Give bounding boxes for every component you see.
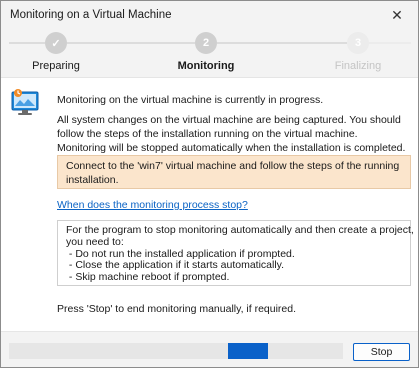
monitoring-progress-bar [9, 343, 343, 359]
close-button[interactable]: ✕ [382, 4, 412, 27]
status-text: Monitoring on the virtual machine is cur… [57, 94, 324, 106]
progress-indicator [228, 343, 268, 359]
check-icon: ✓ [51, 37, 61, 50]
step-connector [369, 42, 411, 44]
step-connector [217, 42, 347, 44]
stop-button[interactable]: Stop [353, 343, 410, 361]
requirements-note: For the program to stop monitoring autom… [57, 220, 414, 286]
footer-bar: Stop [1, 331, 418, 367]
main-content: Monitoring on the virtual machine is cur… [1, 79, 418, 329]
step-label-preparing: Preparing [32, 60, 80, 72]
step-connector [67, 42, 195, 44]
description-text: All system changes on the virtual machin… [57, 114, 406, 154]
wizard-stepper: ✓ 2 3 Preparing Monitoring Finalizing [1, 30, 418, 78]
monitoring-stop-help-link[interactable]: When does the monitoring process stop? [57, 199, 248, 211]
step-label-finalizing: Finalizing [334, 60, 382, 72]
title-bar: Monitoring on a Virtual Machine ✕ [1, 1, 418, 30]
monitor-capture-icon [11, 89, 39, 115]
note-line: you need to: [66, 235, 124, 248]
step-marker-monitoring: 2 [195, 32, 217, 54]
note-line: - Skip machine reboot if prompted. [66, 271, 230, 284]
step-label-monitoring: Monitoring [177, 60, 235, 72]
step-marker-preparing: ✓ [45, 32, 67, 54]
step-marker-finalizing: 3 [347, 32, 369, 54]
dialog-window: Monitoring on a Virtual Machine ✕ ✓ 2 3 … [0, 0, 419, 368]
stop-hint-text: Press 'Stop' to end monitoring manually,… [57, 303, 297, 315]
window-title: Monitoring on a Virtual Machine [10, 9, 172, 21]
step-connector [9, 42, 45, 44]
instruction-callout: Connect to the 'win7' virtual machine an… [57, 155, 411, 189]
